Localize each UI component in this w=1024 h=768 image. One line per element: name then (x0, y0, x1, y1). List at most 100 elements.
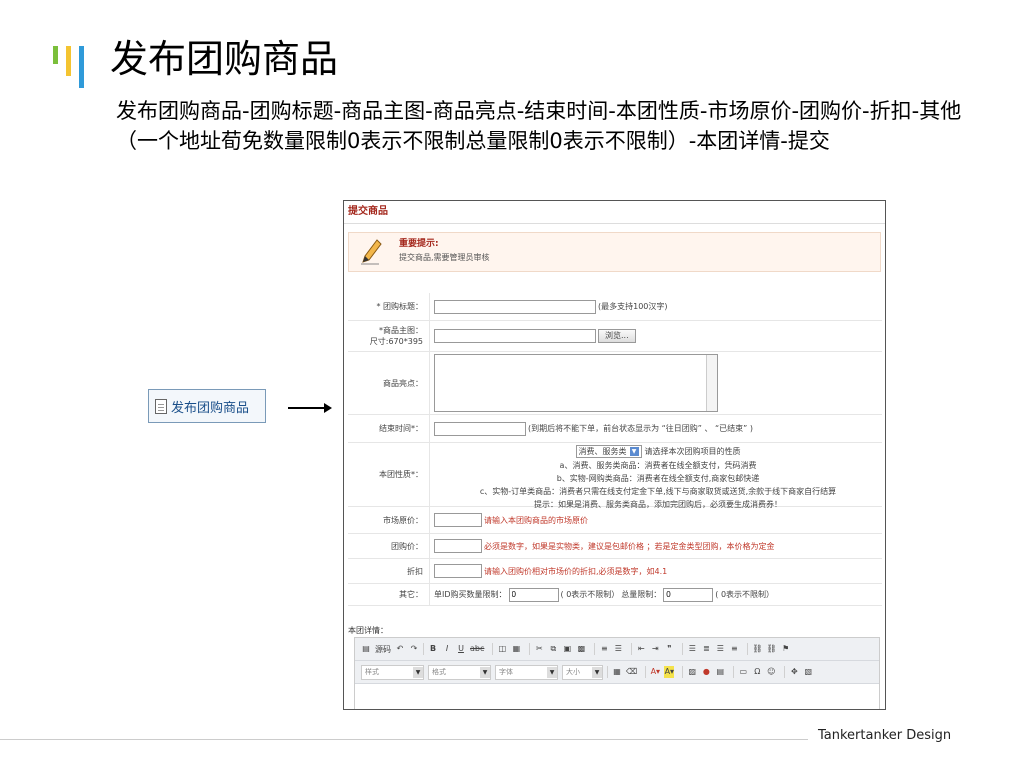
smiley-icon[interactable]: ☺ (766, 666, 776, 678)
highlights-textarea[interactable] (434, 354, 718, 412)
nature-label: 本团性质*： (348, 443, 430, 506)
title-input[interactable] (434, 299, 596, 314)
textarea-scrollbar[interactable] (706, 355, 717, 411)
title-label: * 团购标题： (348, 293, 430, 320)
horizontal-rule-icon[interactable]: ▭ (738, 666, 748, 678)
publish-groupbuy-nav-item[interactable]: 发布团购商品 (148, 389, 266, 423)
per-id-limit-label: 单ID购买数量限制： (434, 590, 507, 599)
nature-line: a、消费、服务类商品：消费者在线全额支付，凭码消费 (559, 461, 757, 470)
special-char-icon[interactable]: Ω (752, 666, 762, 678)
chevron-down-icon: ▼ (547, 666, 557, 678)
market-price-label: 市场原价： (348, 507, 430, 533)
pencil-icon (361, 239, 382, 265)
image-icon[interactable]: ▨ (687, 666, 697, 678)
endtime-input[interactable] (434, 421, 526, 436)
outdent-icon[interactable]: ⇤ (636, 643, 646, 655)
paste-icon[interactable]: ▣ (562, 643, 572, 655)
total-limit-input[interactable] (663, 587, 714, 602)
footer-divider (0, 739, 808, 740)
groupbuy-price-hint: 必须是数字，如果是实物类，建议是包邮价格 ；若是定金类型团购，本价格为定金 (484, 541, 775, 551)
groupbuy-price-label: 团购价： (348, 534, 430, 558)
align-center-icon[interactable]: ≣ (701, 643, 711, 655)
unlink-icon[interactable]: ⛓ (767, 643, 777, 655)
browse-button[interactable]: 浏览... (598, 329, 636, 343)
other-label: 其它： (348, 584, 430, 605)
flash-icon[interactable]: ● (701, 666, 711, 678)
row-nature: 本团性质*： 消费、服务类 ▼ 请选择本次团购项目的性质 a、消费、服务类商品：… (348, 443, 882, 509)
document-icon (155, 398, 167, 414)
chevron-down-icon: ▼ (480, 666, 490, 678)
accent-bar-blue (79, 46, 84, 88)
insert-table-icon[interactable]: ▤ (715, 666, 725, 678)
align-justify-icon[interactable]: ≡ (729, 643, 739, 655)
preview-icon[interactable]: ◫ (497, 643, 507, 655)
per-id-limit-input[interactable] (508, 587, 559, 602)
maximize-icon[interactable]: ✥ (789, 666, 799, 678)
market-price-hint: 请输入本团购商品的市场原价 (484, 515, 588, 525)
source-label[interactable]: 源码 (375, 644, 391, 655)
row-endtime: 结束时间*： (到期后将不能下单，前台状态显示为 “往日团购” 、 “已结束” … (348, 415, 882, 443)
style-select[interactable]: 样式 ▼ (361, 664, 424, 680)
panel-header: 提交商品 (344, 201, 885, 224)
footer-text: Tankertanker Design (818, 728, 952, 743)
row-highlights: 商品亮点： (348, 352, 882, 415)
show-blocks-icon[interactable]: ▧ (803, 666, 813, 678)
editor-body[interactable] (355, 684, 879, 709)
form-rows: * 团购标题： (最多支持100汉字) *商品主图： 尺寸:670*395 浏览… (348, 293, 882, 606)
link-icon[interactable]: ⛓ (752, 643, 762, 655)
align-right-icon[interactable]: ☰ (715, 643, 725, 655)
ordered-list-icon[interactable]: ≡ (599, 643, 609, 655)
nature-select[interactable]: 消费、服务类 ▼ (575, 445, 642, 458)
image-size-label: 尺寸:670*395 (369, 337, 423, 346)
italic-icon[interactable]: I (442, 643, 452, 655)
accent-bar-yellow (66, 46, 71, 76)
redo-icon[interactable]: ↷ (409, 643, 419, 655)
bold-icon[interactable]: B (428, 643, 438, 655)
background-color-icon[interactable]: A▾ (664, 666, 675, 678)
indent-icon[interactable]: ⇥ (650, 643, 660, 655)
source-icon[interactable]: ▤ (361, 643, 371, 655)
text-color-icon[interactable]: A▾ (650, 666, 661, 678)
font-select[interactable]: 字体 ▼ (495, 664, 558, 680)
unordered-list-icon[interactable]: ☰ (613, 643, 623, 655)
align-left-icon[interactable]: ☰ (687, 643, 697, 655)
nature-select-value: 消费、服务类 (578, 447, 627, 456)
strikethrough-icon[interactable]: abc (470, 643, 484, 655)
chevron-down-icon: ▼ (413, 666, 423, 678)
undo-icon[interactable]: ↶ (395, 643, 405, 655)
market-price-input[interactable] (434, 513, 482, 527)
paste-word-icon[interactable]: ▩ (576, 643, 586, 655)
chevron-down-icon: ▼ (629, 447, 639, 456)
template-icon[interactable]: ▦ (511, 643, 521, 655)
chevron-down-icon: ▼ (592, 666, 602, 678)
per-id-limit-hint: ( 0表示不限制） (560, 590, 620, 599)
detail-label: 本团详情： (348, 626, 388, 635)
notice-text: 提交商品,需要管理员审核 (399, 253, 490, 262)
groupbuy-price-input[interactable] (434, 539, 482, 553)
editor-toolbar-1: ▤ 源码 ↶ ↷ B I U abc ◫ ▦ ✂ ⧉ ▣ ▩ ≡ ☰ ⇤ ⇥ ❞… (355, 638, 879, 661)
image-file-input[interactable] (434, 329, 596, 343)
nature-line: b、实物-网购类商品：消费者在线全额支付,商家包邮快递 (556, 474, 760, 483)
size-select-label: 大小 (566, 667, 580, 676)
highlights-label: 商品亮点： (348, 352, 430, 414)
nature-line: c、实物-订单类商品：消费者只需在线支付定金下单,线下与商家取货或送货,余款于线… (479, 487, 837, 496)
slide-description: 发布团购商品-团购标题-商品主图-商品亮点-结束时间-本团性质-市场原价-团购价… (116, 99, 962, 153)
size-select[interactable]: 大小 ▼ (562, 664, 603, 680)
row-discount: 折扣 请输入团购价相对市场价的折扣,必须是数字，如4.1 (348, 559, 882, 584)
copy-icon[interactable]: ⧉ (548, 643, 558, 655)
underline-icon[interactable]: U (456, 643, 466, 655)
format-select-label: 格式 (432, 667, 446, 676)
discount-label: 折扣 (348, 559, 430, 583)
table-icon[interactable]: ▦ (612, 666, 622, 678)
total-limit-hint: ( 0表示不限制） (715, 590, 775, 599)
row-image: *商品主图： 尺寸:670*395 浏览... (348, 321, 882, 352)
cut-icon[interactable]: ✂ (534, 643, 544, 655)
slide-title: 发布团购商品 (110, 37, 339, 81)
blockquote-icon[interactable]: ❞ (664, 643, 674, 655)
row-market-price: 市场原价： 请输入本团购商品的市场原价 (348, 507, 882, 534)
discount-input[interactable] (434, 564, 482, 578)
row-other: 其它： 单ID购买数量限制： ( 0表示不限制） 总量限制： ( 0表示不限制） (348, 584, 882, 606)
eraser-icon[interactable]: ⌫ (626, 666, 637, 678)
anchor-flag-icon[interactable]: ⚑ (781, 643, 791, 655)
format-select[interactable]: 格式 ▼ (428, 664, 491, 680)
